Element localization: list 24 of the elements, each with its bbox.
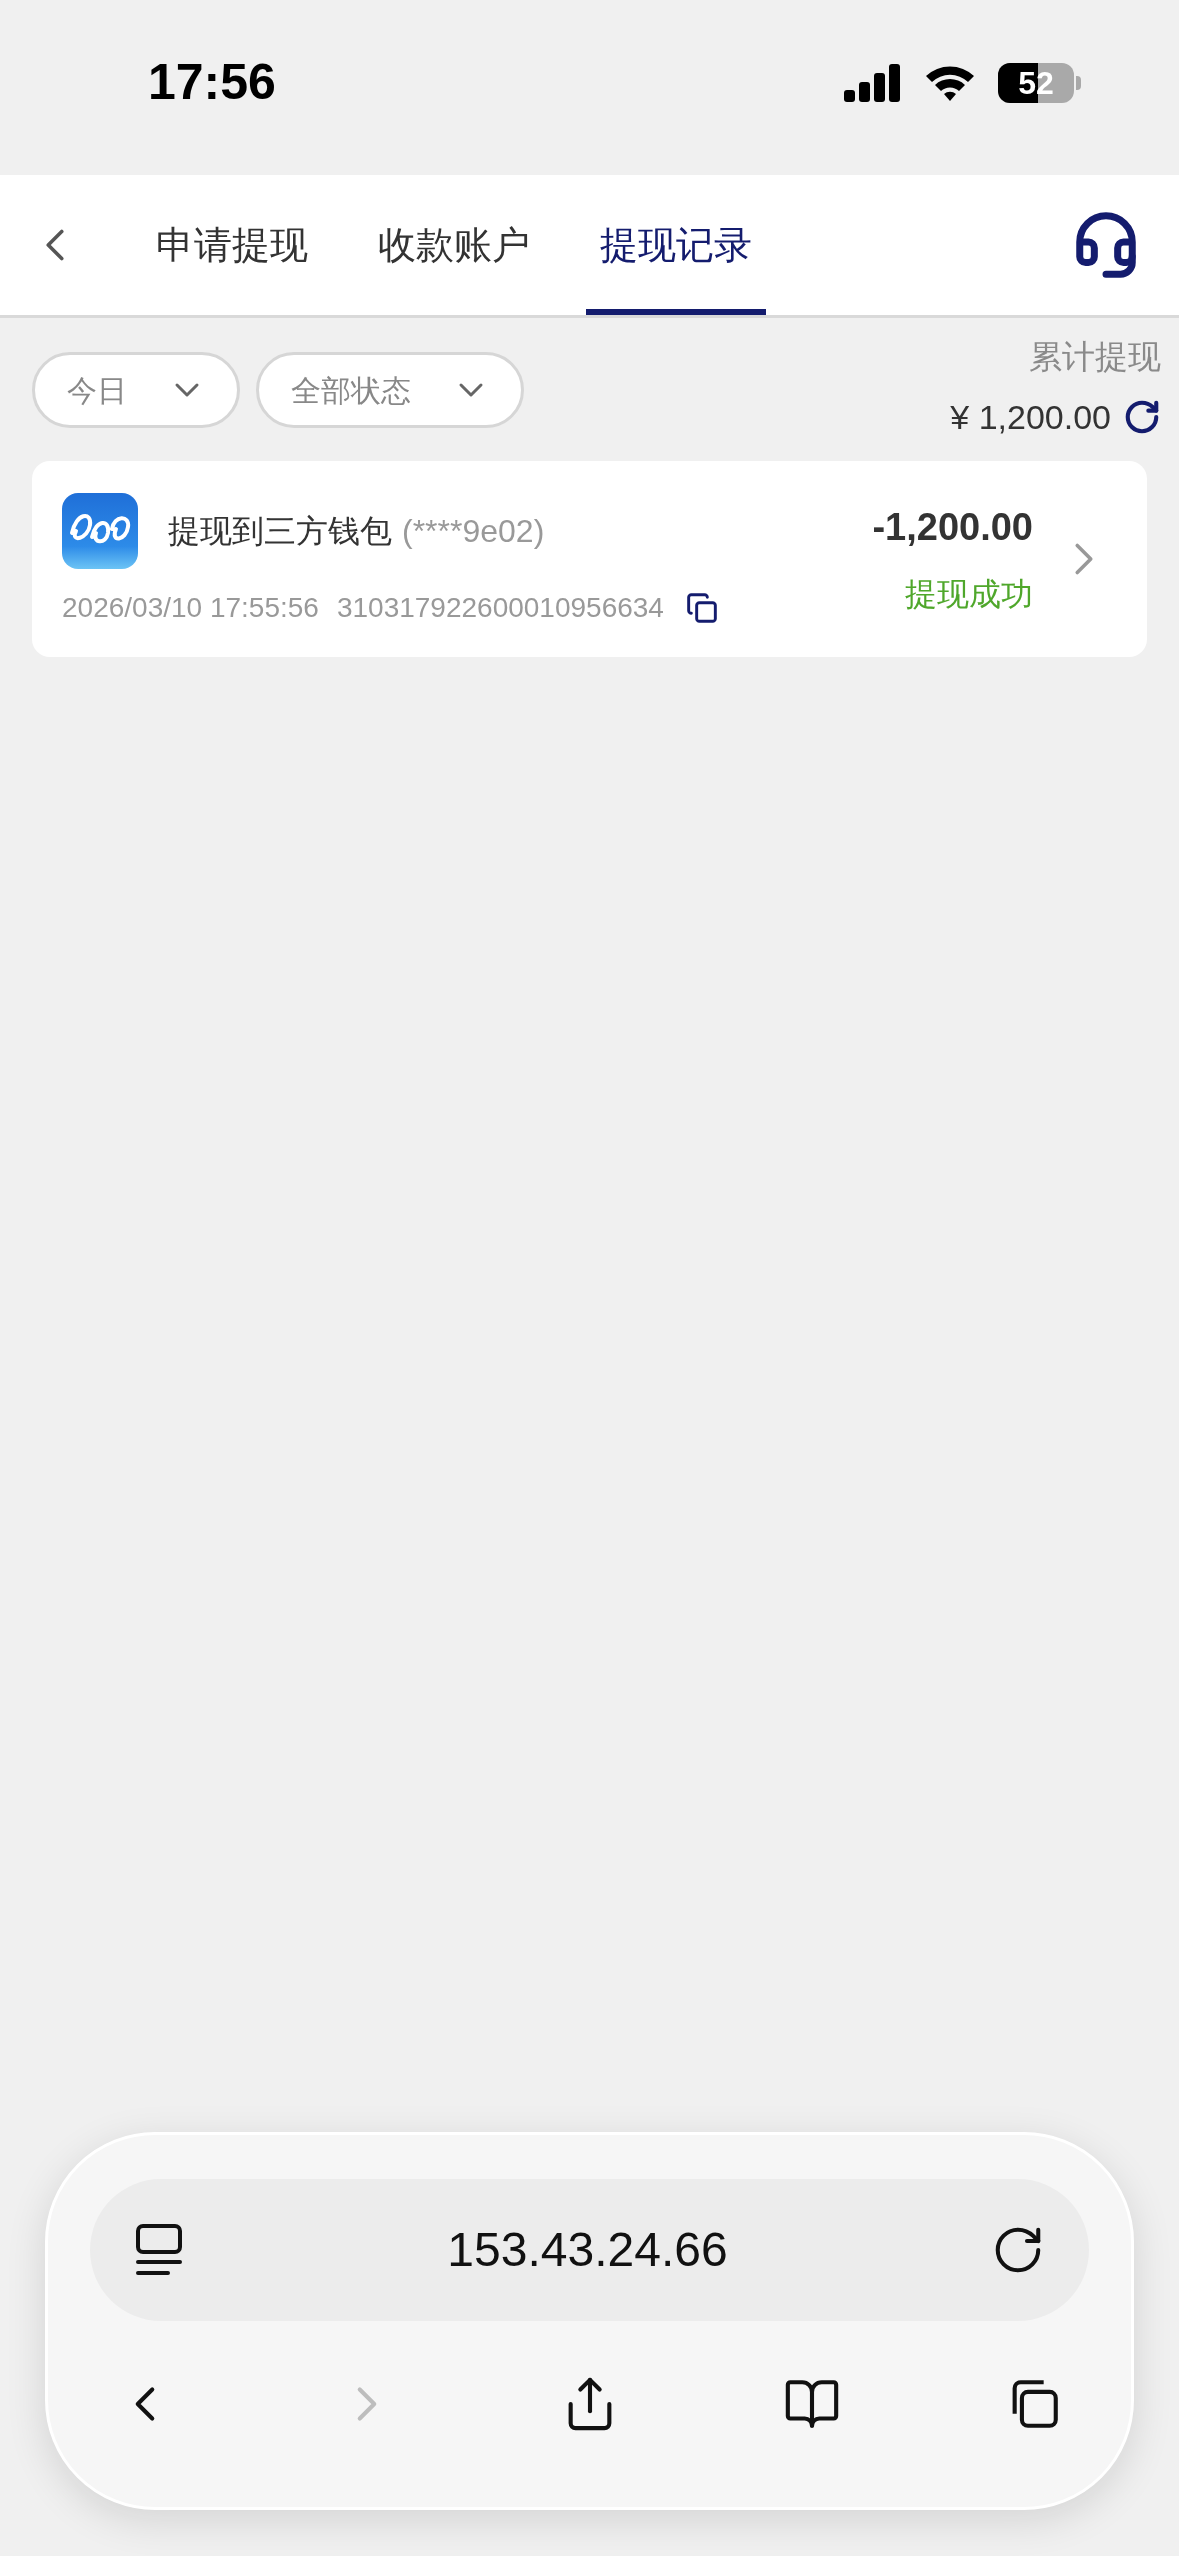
summary-label: 累计提现: [1029, 337, 1161, 377]
summary-amount: ¥ 1,200.00: [950, 396, 1111, 438]
record-amount: -1,200.00: [872, 505, 1033, 550]
address-bar[interactable]: 153.43.24.66: [90, 2179, 1089, 2321]
app-logo-icon: [62, 492, 138, 569]
tab[interactable]: 收款账户: [364, 175, 544, 315]
status-time: 17:56: [148, 53, 276, 112]
record-status: 提现成功: [905, 575, 1033, 614]
signal-icon: [844, 63, 902, 102]
url-text: 153.43.24.66: [447, 2222, 728, 2278]
refresh-button[interactable]: [1123, 398, 1161, 436]
filter-dropdown[interactable]: 今日: [32, 352, 240, 428]
copy-icon: [685, 591, 718, 624]
tab[interactable]: 申请提现: [142, 175, 322, 315]
record-title: 提现到三方钱包: [168, 511, 392, 551]
refresh-icon: [1123, 398, 1161, 436]
order-number: 310317922600010956634: [336, 590, 664, 625]
record-card[interactable]: 提现到三方钱包 (****9e02) 2026/03/10 17:55:56 310317922600010956634 -1,200.00 提现成功: [32, 460, 1147, 657]
filter-dropdown[interactable]: 全部状态: [256, 352, 524, 428]
account-number: (****9e02): [402, 511, 545, 551]
tab[interactable]: 提现记录: [586, 175, 766, 315]
copy-button[interactable]: [685, 591, 718, 624]
reader-icon: [134, 2222, 184, 2278]
record-time: 2026/03/10 17:55:56: [62, 590, 319, 625]
